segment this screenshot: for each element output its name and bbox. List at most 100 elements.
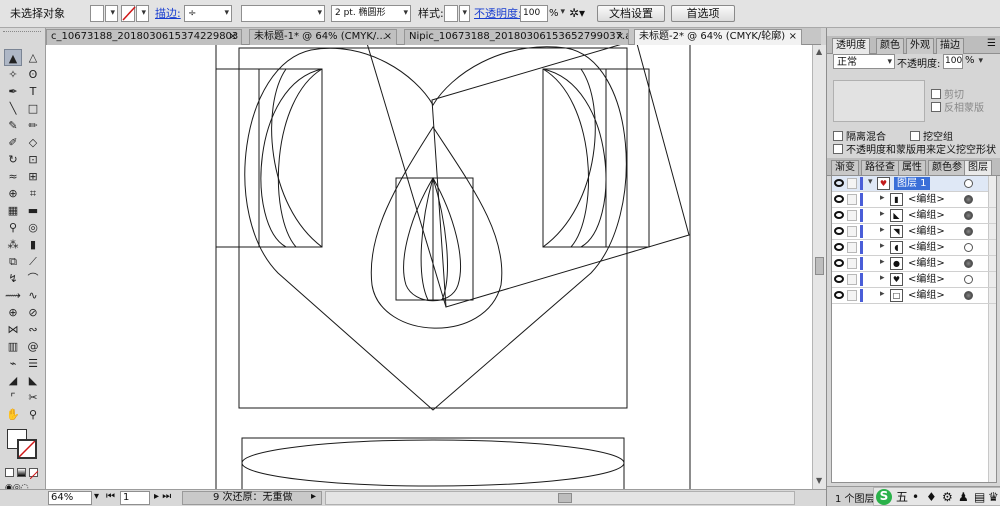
- gradient-tool-icon[interactable]: ▬: [24, 202, 42, 219]
- ime-settings-icon[interactable]: ⚙: [942, 490, 953, 505]
- gradient-mode-icon[interactable]: [17, 468, 26, 477]
- width-tool-icon[interactable]: ⟿: [4, 287, 22, 304]
- eyedropper-tool-icon[interactable]: ⚲: [4, 219, 22, 236]
- target-circle-icon[interactable]: [964, 275, 973, 284]
- tab-appearance[interactable]: 外观: [906, 38, 934, 54]
- perspective-grid-tool-icon[interactable]: ⌗: [24, 185, 42, 202]
- close-icon[interactable]: ×: [616, 30, 624, 44]
- scrollbar-thumb[interactable]: [558, 493, 572, 503]
- visibility-eye-icon[interactable]: [834, 179, 844, 187]
- lock-toggle[interactable]: [847, 258, 857, 269]
- layer-row-group[interactable]: ▸ ◥ <编组>: [832, 224, 996, 240]
- scroll-up-icon[interactable]: ▲: [816, 47, 822, 56]
- tab-document-1[interactable]: c_10673188_2018030615374229803 2.ai* ×: [46, 29, 242, 45]
- expand-arrow-icon[interactable]: ▸: [880, 289, 885, 299]
- mask-thumbnail[interactable]: [833, 80, 925, 122]
- ime-user-icon[interactable]: ♟: [958, 490, 969, 505]
- path-tool-icon[interactable]: ⌁: [4, 355, 22, 372]
- target-circle-icon[interactable]: [964, 243, 973, 252]
- tab-gradient[interactable]: 渐变: [831, 160, 859, 176]
- visibility-eye-icon[interactable]: [834, 291, 844, 299]
- crop-tool-icon[interactable]: ⌜: [4, 389, 22, 406]
- hand-tool-icon[interactable]: ✋: [4, 406, 22, 423]
- mirror-tool-icon[interactable]: ⋈: [4, 321, 22, 338]
- sogou-logo-icon[interactable]: S: [876, 489, 892, 505]
- blend-mode-dropdown[interactable]: 正常: [833, 54, 895, 70]
- lock-toggle[interactable]: [847, 210, 857, 221]
- scroll-down-icon[interactable]: ▼: [816, 476, 822, 485]
- magic-wand-tool-icon[interactable]: ✧: [4, 66, 22, 83]
- draw-mode-icons[interactable]: ◉◎◌: [5, 480, 41, 493]
- pencil-tool-icon[interactable]: ✏: [24, 117, 42, 134]
- expand-arrow-icon[interactable]: ▸: [880, 209, 885, 219]
- variable-width-dropdown[interactable]: [241, 5, 325, 22]
- visibility-eye-icon[interactable]: [834, 259, 844, 267]
- group-name[interactable]: <编组>: [908, 289, 945, 302]
- style-swatch[interactable]: [444, 5, 458, 22]
- lock-toggle[interactable]: [847, 178, 857, 189]
- ime-mode-icon[interactable]: 五: [896, 490, 908, 505]
- tab-document-4[interactable]: 未标题-2* @ 64% (CMYK/轮廓) ×: [634, 29, 802, 45]
- expand-arrow-icon[interactable]: ▸: [880, 273, 885, 283]
- stroke-swatch[interactable]: [121, 5, 136, 22]
- wave-tool-icon[interactable]: ∿: [24, 287, 42, 304]
- artboard-number-input[interactable]: 1: [120, 491, 150, 505]
- toolbar-grip[interactable]: [3, 31, 41, 34]
- tab-document-2[interactable]: 未标题-1* @ 64% (CMYK/... ×: [249, 29, 397, 45]
- tab-color-guide[interactable]: 颜色参: [928, 160, 966, 176]
- visibility-eye-icon[interactable]: [834, 211, 844, 219]
- target-circle-icon[interactable]: [964, 291, 973, 300]
- scrollbar-thumb[interactable]: [815, 257, 824, 275]
- target-circle-icon[interactable]: [964, 195, 973, 204]
- opacity-mask-checkbox[interactable]: [833, 144, 843, 154]
- tab-attributes[interactable]: 属性: [898, 160, 926, 176]
- brush-definition-dropdown[interactable]: 2 pt. 椭圆形: [331, 5, 411, 22]
- shape-builder-tool-icon[interactable]: ⊕: [4, 185, 22, 202]
- blob-brush-tool-icon[interactable]: ✐: [4, 134, 22, 151]
- tab-transparency[interactable]: 透明度: [832, 38, 870, 54]
- twirl-tool-icon[interactable]: @: [24, 338, 42, 355]
- eraser-tool-icon[interactable]: ◇: [24, 134, 42, 151]
- paintbrush-tool-icon[interactable]: ✎: [4, 117, 22, 134]
- wrinkle-tool-icon[interactable]: ∾: [24, 321, 42, 338]
- opacity-dropdown[interactable]: [558, 5, 567, 22]
- group-name[interactable]: <编组>: [908, 257, 945, 270]
- ime-tools-icon[interactable]: ♛: [988, 490, 999, 505]
- scissors-tool-icon[interactable]: ✂: [24, 389, 42, 406]
- grid-tool-icon[interactable]: ▥: [4, 338, 22, 355]
- lock-toggle[interactable]: [847, 226, 857, 237]
- target-tool-icon[interactable]: ⊕: [4, 304, 22, 321]
- curvature-tool-icon[interactable]: ⌒: [24, 270, 42, 287]
- selection-tool-icon[interactable]: ▲: [4, 49, 22, 66]
- tab-pathfinder[interactable]: 路径查: [861, 160, 899, 176]
- pen-tool-icon[interactable]: ✒: [4, 83, 22, 100]
- scale-tool-icon[interactable]: ⊡: [24, 151, 42, 168]
- artboard-nav-icons[interactable]: ▸ ⏭: [154, 491, 180, 505]
- visibility-eye-icon[interactable]: [834, 195, 844, 203]
- invert-mask-checkbox[interactable]: [931, 102, 941, 112]
- layer-row-group[interactable]: ▸ □ <编组>: [832, 288, 996, 304]
- layer-name[interactable]: 图层 1: [894, 177, 930, 190]
- live-paint-tool-icon[interactable]: ◢: [4, 372, 22, 389]
- stroke-weight-stepper[interactable]: ÷: [184, 5, 232, 22]
- layer-row-group[interactable]: ▸ ▮ <编组>: [832, 192, 996, 208]
- lock-toggle[interactable]: [847, 242, 857, 253]
- fill-swatch[interactable]: [90, 5, 104, 22]
- direct-selection-tool-icon[interactable]: △: [24, 49, 42, 66]
- canvas-vertical-scrollbar[interactable]: ▲ ▼: [812, 45, 826, 489]
- preferences-button[interactable]: 首选项: [671, 5, 735, 22]
- tab-stroke[interactable]: 描边: [936, 38, 964, 54]
- panel-menu-icon[interactable]: ☰: [987, 38, 996, 49]
- rotate-tool-icon[interactable]: ↻: [4, 151, 22, 168]
- layer-row-group[interactable]: ▸ ♥ <编组>: [832, 272, 996, 288]
- layer-row-top[interactable]: ▾ ♥ 图层 1: [832, 176, 996, 192]
- target-circle-icon[interactable]: [964, 179, 973, 188]
- target-circle-icon[interactable]: [964, 227, 973, 236]
- lock-toggle[interactable]: [847, 274, 857, 285]
- expand-arrow-icon[interactable]: ▸: [880, 225, 885, 235]
- color-mode-icon[interactable]: [5, 468, 14, 477]
- group-name[interactable]: <编组>: [908, 209, 945, 222]
- group-name[interactable]: <编组>: [908, 225, 945, 238]
- group-name[interactable]: <编组>: [908, 273, 945, 286]
- live-paint-select-tool-icon[interactable]: ◣: [24, 372, 42, 389]
